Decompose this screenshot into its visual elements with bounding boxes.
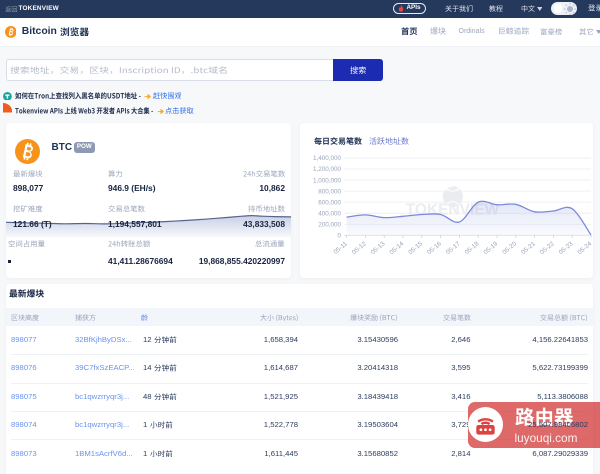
svg-text:05-12: 05-12 <box>351 240 368 256</box>
svg-text:05-23: 05-23 <box>558 240 575 256</box>
svg-text:200,000: 200,000 <box>318 221 341 228</box>
svg-text:05-19: 05-19 <box>482 240 499 256</box>
svg-text:05-15: 05-15 <box>407 240 424 256</box>
svg-text:600,000: 600,000 <box>318 199 341 206</box>
svg-text:05-11: 05-11 <box>332 240 349 256</box>
svg-text:0: 0 <box>337 233 341 240</box>
svg-text:1,000,000: 1,000,000 <box>313 177 342 184</box>
svg-text:05-21: 05-21 <box>520 240 537 256</box>
svg-text:1,400,000: 1,400,000 <box>313 155 342 162</box>
svg-text:05-13: 05-13 <box>370 240 387 256</box>
svg-text:1,200,000: 1,200,000 <box>313 166 342 173</box>
svg-text:05-22: 05-22 <box>539 240 556 256</box>
svg-text:05-20: 05-20 <box>501 240 518 256</box>
svg-text:05-16: 05-16 <box>426 240 443 256</box>
svg-text:05-14: 05-14 <box>388 240 405 256</box>
svg-text:05-24: 05-24 <box>576 240 593 256</box>
svg-text:05-17: 05-17 <box>445 240 462 256</box>
svg-text:800,000: 800,000 <box>318 188 341 195</box>
svg-text:400,000: 400,000 <box>318 210 341 217</box>
svg-text:05-18: 05-18 <box>464 240 481 256</box>
